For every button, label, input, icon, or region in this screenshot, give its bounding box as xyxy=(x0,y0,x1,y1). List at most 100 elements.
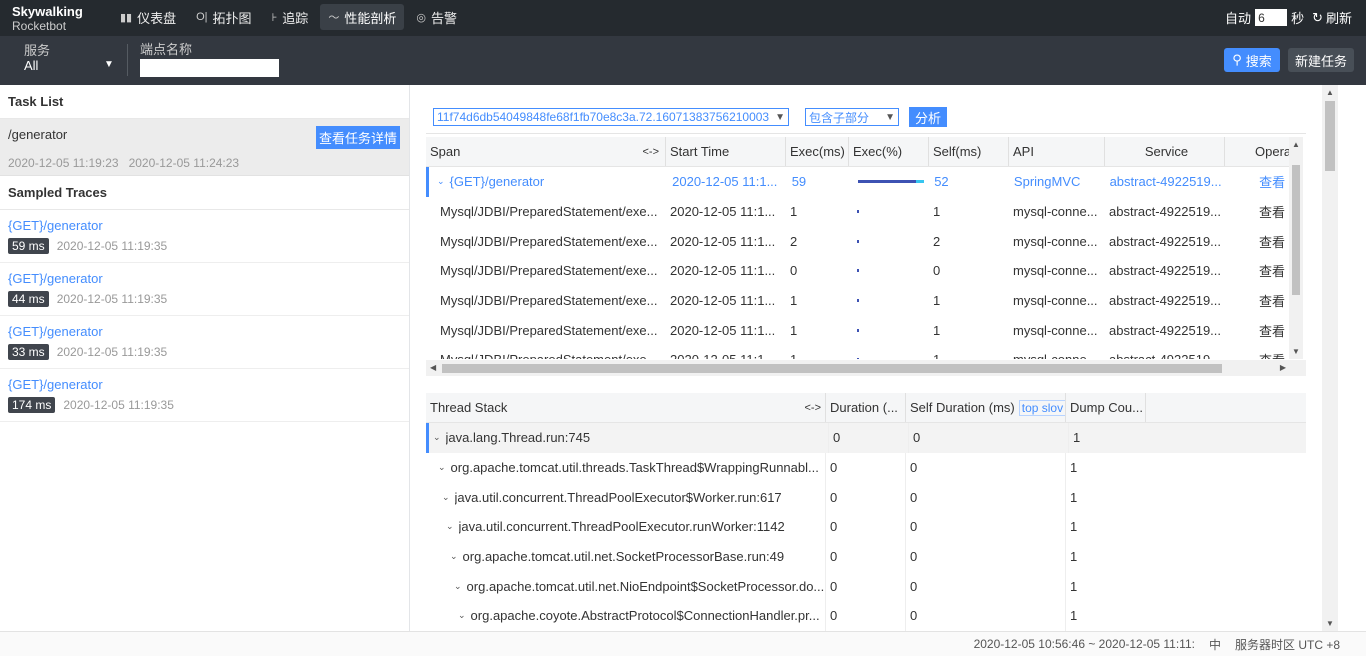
table-row[interactable]: ⌄ java.util.concurrent.ThreadPoolExecutor… xyxy=(426,482,1306,513)
table-row[interactable]: ⌄ {GET}/generator 2020-12-05 11:1... 59 52 Sp… xyxy=(426,167,1290,197)
chevron-down-icon[interactable]: ⌄ xyxy=(450,551,458,562)
nav-dashboard[interactable]: ▮▮ 仪表盘 xyxy=(112,4,184,30)
span-name[interactable]: Mysql/JDBI/PreparedStatement/exe... xyxy=(426,345,666,359)
list-item[interactable]: {GET}/generator 33 ms 2020-12-05 11:19:35 xyxy=(0,316,409,369)
span-name[interactable]: Mysql/JDBI/PreparedStatement/exe... xyxy=(426,286,666,316)
auto-label[interactable]: 自动 xyxy=(1225,8,1251,27)
scrollbar-thumb[interactable] xyxy=(1292,165,1300,295)
chevron-down-icon: ▼ xyxy=(104,59,114,70)
refresh-button[interactable]: ↻ 刷新 xyxy=(1312,8,1352,27)
search-button[interactable]: ⚲ 搜索 xyxy=(1224,48,1280,72)
table-row[interactable]: ⌄ org.apache.tomcat.util.threads.TaskThre… xyxy=(426,452,1306,483)
scroll-right-icon[interactable]: ▶ xyxy=(1280,363,1286,372)
table-row[interactable]: Mysql/JDBI/PreparedStatement/exe... 2020-… xyxy=(426,197,1290,227)
scroll-up-icon[interactable]: ▲ xyxy=(1326,88,1334,97)
service-value: All xyxy=(24,58,39,73)
nav-trace[interactable]: ⊦ 追踪 xyxy=(264,4,317,30)
mode-select[interactable]: 包含子部分 ▼ xyxy=(805,108,900,126)
span-name[interactable]: Mysql/JDBI/PreparedStatement/exe... xyxy=(426,256,666,286)
chevron-down-icon[interactable]: ⌄ xyxy=(438,462,446,473)
scroll-up-icon[interactable]: ▲ xyxy=(1292,140,1300,149)
span-table-hscrollbar[interactable]: ◀ ▶ xyxy=(426,360,1306,376)
table-row[interactable]: Mysql/JDBI/PreparedStatement/exe... 2020-… xyxy=(426,315,1290,345)
span-exec: 2 xyxy=(790,233,798,249)
stack-frame[interactable]: ⌄ java.util.concurrent.ThreadPoolExecutor… xyxy=(426,482,826,513)
chevron-down-icon[interactable]: ⌄ xyxy=(458,610,466,621)
time-range[interactable]: 2020-12-05 10:56:46 ~ 2020-12-05 11:11: xyxy=(974,637,1195,651)
nav-topology[interactable]: O| 拓扑图 xyxy=(188,4,259,30)
table-row[interactable]: Mysql/JDBI/PreparedStatement/exe... 2020-… xyxy=(426,256,1290,286)
scroll-left-icon[interactable]: ◀ xyxy=(430,363,436,372)
span-start-time: 2020-12-05 11:1... xyxy=(670,263,776,279)
stack-frame[interactable]: ⌄ java.lang.Thread.run:745 xyxy=(429,423,829,453)
col-self: Self(ms) xyxy=(929,137,1009,166)
scrollbar-thumb[interactable] xyxy=(1325,101,1335,171)
interval-input[interactable] xyxy=(1255,9,1288,26)
chevron-down-icon[interactable]: ⌄ xyxy=(442,492,450,503)
span-label: Mysql/JDBI/PreparedStatement/exe... xyxy=(440,263,658,279)
chevron-down-icon[interactable]: ⌄ xyxy=(437,176,445,187)
stack-frame[interactable]: ⌄ org.apache.tomcat.util.net.SocketProces… xyxy=(426,541,826,572)
trace-icon: ⊦ xyxy=(271,11,278,24)
stack-frame[interactable]: ⌄ org.apache.tomcat.util.net.NioEndpoint$… xyxy=(426,571,826,602)
span-table-scrollbar[interactable]: ▲ ▼ xyxy=(1289,137,1303,359)
resize-handle-icon[interactable]: <-> xyxy=(804,402,821,414)
table-row[interactable]: Mysql/JDBI/PreparedStatement/exe... 2020-… xyxy=(426,286,1290,316)
top-slow-button[interactable]: top slov xyxy=(1018,399,1065,416)
chevron-down-icon[interactable]: ⌄ xyxy=(433,432,441,443)
view-link[interactable]: 查看 xyxy=(1259,232,1285,251)
col-span[interactable]: Span <-> xyxy=(426,137,666,166)
span-start-time: 2020-12-05 11:1... xyxy=(666,345,786,359)
endpoint-input[interactable] xyxy=(140,59,279,77)
col-thread-stack[interactable]: Thread Stack <-> xyxy=(426,393,826,422)
table-row[interactable]: Mysql/JDBI/PreparedStatement/exe... 2020-… xyxy=(426,345,1290,359)
table-row[interactable]: ⌄ org.apache.coyote.AbstractProtocol$Conn… xyxy=(426,601,1306,631)
skywalking-logo[interactable]: Skywalking Rocketbot xyxy=(12,5,92,34)
stack-frame[interactable]: ⌄ java.util.concurrent.ThreadPoolExecutor… xyxy=(426,512,826,542)
table-row[interactable]: ⌄ org.apache.tomcat.util.net.NioEndpoint$… xyxy=(426,571,1306,602)
view-link[interactable]: 查看 xyxy=(1259,321,1285,340)
trace-time: 2020-12-05 11:19:35 xyxy=(56,239,168,253)
table-row[interactable]: ⌄ java.util.concurrent.ThreadPoolExecutor… xyxy=(426,512,1306,542)
view-link[interactable]: 查看 xyxy=(1259,172,1285,191)
exec-bar-tail xyxy=(916,180,925,184)
span-name[interactable]: Mysql/JDBI/PreparedStatement/exe... xyxy=(426,197,666,227)
chevron-down-icon[interactable]: ⌄ xyxy=(454,581,462,592)
analyze-button[interactable]: 分析 xyxy=(909,107,948,127)
task-detail-button[interactable]: 查看任务详情 xyxy=(315,126,400,149)
span-operation: 查看 xyxy=(1225,167,1290,197)
scroll-down-icon[interactable]: ▼ xyxy=(1292,347,1300,356)
list-item[interactable]: {GET}/generator 44 ms 2020-12-05 11:19:35 xyxy=(0,263,409,316)
language-toggle[interactable]: 中 xyxy=(1209,636,1221,653)
topology-icon: O| xyxy=(196,11,208,23)
stack-frame[interactable]: ⌄ org.apache.coyote.AbstractProtocol$Conn… xyxy=(426,601,826,631)
scrollbar-thumb[interactable] xyxy=(442,364,1222,373)
span-name[interactable]: ⌄ {GET}/generator xyxy=(429,167,668,197)
new-task-button[interactable]: 新建任务 xyxy=(1288,48,1354,72)
table-row[interactable]: ⌄ java.lang.Thread.run:745 0 0 1 xyxy=(426,423,1306,453)
col-start: Start Time xyxy=(666,137,786,166)
view-link[interactable]: 查看 xyxy=(1259,202,1285,221)
view-link[interactable]: 查看 xyxy=(1259,350,1285,359)
resize-handle-icon[interactable]: <-> xyxy=(642,146,659,158)
list-item[interactable]: {GET}/generator 59 ms 2020-12-05 11:19:35 xyxy=(0,210,409,263)
list-item[interactable]: {GET}/generator 174 ms 2020-12-05 11:19:3… xyxy=(0,369,409,422)
table-row[interactable]: Mysql/JDBI/PreparedStatement/exe... 2020-… xyxy=(426,226,1290,256)
main-scrollbar[interactable]: ▲ ▼ xyxy=(1322,85,1338,631)
nav-alarm[interactable]: ◎ 告警 xyxy=(408,4,465,30)
span-name[interactable]: Mysql/JDBI/PreparedStatement/exe... xyxy=(426,315,666,345)
stack-dump-count: 1 xyxy=(1070,460,1078,476)
span-name[interactable]: Mysql/JDBI/PreparedStatement/exe... xyxy=(426,226,666,256)
service-select[interactable]: 服务 All ▼ xyxy=(24,43,114,73)
view-link[interactable]: 查看 xyxy=(1259,261,1285,280)
task-item[interactable]: /generator 2020-12-05 11:19:23 2020-12-0… xyxy=(0,119,409,176)
scroll-down-icon[interactable]: ▼ xyxy=(1326,619,1334,628)
span-self: 1 xyxy=(933,204,941,220)
chevron-down-icon[interactable]: ⌄ xyxy=(446,521,454,532)
table-row[interactable]: ⌄ org.apache.tomcat.util.net.SocketProces… xyxy=(426,541,1306,572)
nav-profiling[interactable]: 〜 性能剖析 xyxy=(320,4,405,30)
trace-id-select[interactable]: 11f74d6db54049848fe68f1fb70e8c3a.72.1607… xyxy=(433,108,790,126)
thread-stack-table: Thread Stack <-> Duration (... Self Dura… xyxy=(426,393,1306,631)
view-link[interactable]: 查看 xyxy=(1259,291,1285,310)
stack-frame[interactable]: ⌄ org.apache.tomcat.util.threads.TaskThre… xyxy=(426,452,826,483)
